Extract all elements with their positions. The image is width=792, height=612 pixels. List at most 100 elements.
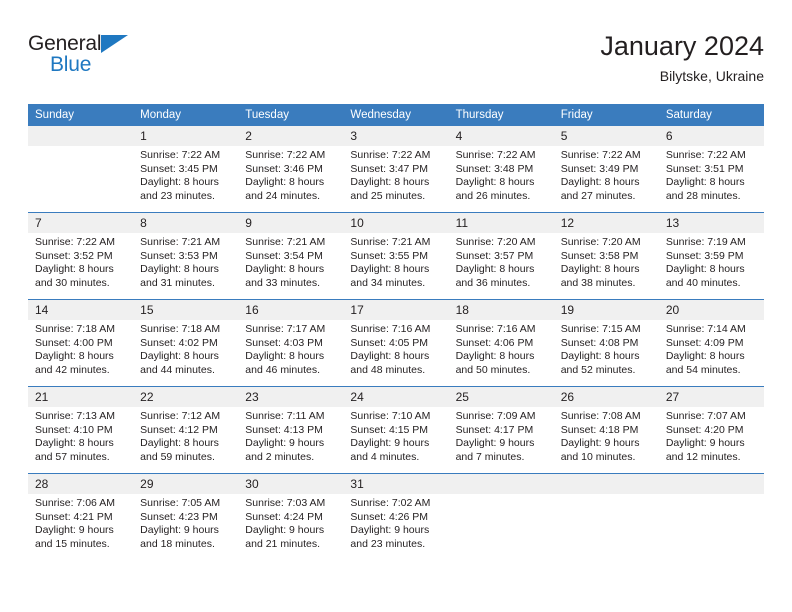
day-number-13[interactable]: 13 (658, 213, 764, 233)
day-detail-line: Sunset: 3:49 PM (560, 162, 639, 175)
day-detail-line: Daylight: 9 hours (560, 437, 640, 450)
day-detail-line: Sunrise: 7:16 AM (350, 323, 431, 335)
day-number-25[interactable]: 25 (448, 387, 554, 407)
day-number-28[interactable]: 28 (28, 474, 134, 494)
day-number-11[interactable]: 11 (448, 213, 554, 233)
day-number-20[interactable]: 20 (658, 300, 764, 320)
day-detail-10: Sunrise: 7:21 AM Sunset: 3:55 PM Daylight:… (343, 233, 449, 299)
day-number-row: 123456 (28, 126, 764, 146)
weekday-header-monday: Monday (133, 104, 239, 126)
day-detail-line: and 27 minutes. (560, 189, 636, 202)
day-detail-line: and 30 minutes. (35, 276, 110, 289)
day-detail-line: and 57 minutes. (35, 450, 110, 463)
day-number-21[interactable]: 21 (28, 387, 134, 407)
day-detail-line: Sunrise: 7:20 AM (455, 236, 536, 248)
day-number-26[interactable]: 26 (553, 387, 659, 407)
day-detail-line: Sunrise: 7:18 AM (140, 323, 221, 335)
day-detail-line: Sunset: 4:02 PM (140, 336, 218, 349)
day-detail-line: and 48 minutes. (350, 363, 426, 376)
day-number-empty (658, 474, 764, 494)
calendar-header-row: Sunday Monday Tuesday Wednesday Thursday Frid… (28, 104, 764, 126)
weekday-header-saturday: Saturday (658, 104, 764, 126)
day-detail-8: Sunrise: 7:21 AM Sunset: 3:53 PM Daylight:… (133, 233, 239, 299)
day-detail-line: and 26 minutes. (455, 189, 531, 202)
day-detail-24: Sunrise: 7:10 AM Sunset: 4:15 PM Daylight:… (343, 407, 449, 473)
day-number-22[interactable]: 22 (133, 387, 239, 407)
day-detail-line: Daylight: 9 hours (245, 437, 325, 450)
day-detail-line: Sunrise: 7:05 AM (140, 497, 221, 509)
day-detail-line: Sunrise: 7:22 AM (665, 149, 746, 161)
day-number-empty (448, 474, 554, 494)
day-detail-line: and 21 minutes. (245, 537, 320, 550)
day-detail-line: Sunrise: 7:22 AM (350, 149, 431, 161)
day-number-14[interactable]: 14 (28, 300, 134, 320)
day-detail-line: Sunset: 4:18 PM (560, 423, 639, 436)
day-detail-line: Daylight: 8 hours (455, 350, 535, 363)
day-detail-2: Sunrise: 7:22 AM Sunset: 3:46 PM Daylight:… (238, 146, 344, 212)
day-detail-line: and 10 minutes. (560, 450, 636, 463)
day-number-27[interactable]: 27 (658, 387, 764, 407)
day-number-5[interactable]: 5 (553, 126, 659, 146)
day-detail-line: Sunset: 4:24 PM (245, 510, 323, 523)
day-detail-line: Daylight: 8 hours (245, 350, 325, 363)
day-number-8[interactable]: 8 (133, 213, 239, 233)
day-detail-26: Sunrise: 7:08 AM Sunset: 4:18 PM Daylight:… (553, 407, 659, 473)
day-detail-line: and 52 minutes. (560, 363, 636, 376)
day-detail-line: Daylight: 8 hours (245, 176, 325, 189)
day-detail-27: Sunrise: 7:07 AM Sunset: 4:20 PM Daylight:… (658, 407, 764, 473)
day-detail-17: Sunrise: 7:16 AM Sunset: 4:05 PM Daylight:… (343, 320, 449, 386)
day-number-2[interactable]: 2 (238, 126, 344, 146)
day-detail-line: Daylight: 8 hours (245, 263, 325, 276)
day-detail-row: Sunrise: 7:06 AM Sunset: 4:21 PM Daylight:… (28, 494, 764, 560)
calendar-body: 123456 Sunrise: 7:22 AM Sunset: 3:45 PM Da… (28, 126, 764, 560)
day-detail-6: Sunrise: 7:22 AM Sunset: 3:51 PM Daylight:… (658, 146, 764, 212)
day-detail-line: Sunset: 3:54 PM (245, 249, 323, 262)
day-number-12[interactable]: 12 (553, 213, 659, 233)
day-detail-line: Daylight: 8 hours (140, 176, 219, 189)
day-detail-line: Sunrise: 7:22 AM (560, 149, 641, 161)
day-detail-line: Sunset: 3:52 PM (35, 249, 113, 262)
day-detail-line: Daylight: 8 hours (455, 176, 535, 189)
day-detail-3: Sunrise: 7:22 AM Sunset: 3:47 PM Daylight:… (343, 146, 449, 212)
day-number-24[interactable]: 24 (343, 387, 449, 407)
weekday-header-tuesday: Tuesday (238, 104, 344, 126)
day-detail-line: Sunrise: 7:08 AM (560, 410, 641, 422)
day-number-9[interactable]: 9 (238, 213, 344, 233)
day-number-10[interactable]: 10 (343, 213, 449, 233)
day-detail-line: Sunset: 4:20 PM (665, 423, 744, 436)
day-detail-line: Sunset: 4:21 PM (35, 510, 113, 523)
day-number-19[interactable]: 19 (553, 300, 659, 320)
day-detail-line: Sunrise: 7:18 AM (35, 323, 115, 335)
day-number-23[interactable]: 23 (238, 387, 344, 407)
weekday-header-wednesday: Wednesday (343, 104, 449, 126)
day-detail-line: and 34 minutes. (350, 276, 426, 289)
day-detail-line: Sunset: 4:17 PM (455, 423, 534, 436)
day-detail-line: Sunrise: 7:17 AM (245, 323, 326, 335)
day-number-4[interactable]: 4 (448, 126, 554, 146)
day-number-16[interactable]: 16 (238, 300, 344, 320)
day-detail-line: Daylight: 8 hours (665, 176, 745, 189)
day-detail-empty (448, 494, 554, 560)
day-number-17[interactable]: 17 (343, 300, 449, 320)
day-number-15[interactable]: 15 (133, 300, 239, 320)
day-number-7[interactable]: 7 (28, 213, 134, 233)
day-detail-line: and 50 minutes. (455, 363, 531, 376)
day-detail-29: Sunrise: 7:05 AM Sunset: 4:23 PM Daylight:… (133, 494, 239, 560)
weekday-header-thursday: Thursday (448, 104, 554, 126)
day-detail-line: Daylight: 9 hours (245, 524, 325, 537)
day-number-6[interactable]: 6 (658, 126, 764, 146)
day-number-30[interactable]: 30 (238, 474, 344, 494)
day-detail-line: and 59 minutes. (140, 450, 215, 463)
day-detail-line: and 12 minutes. (665, 450, 741, 463)
day-number-3[interactable]: 3 (343, 126, 449, 146)
day-detail-line: Sunrise: 7:20 AM (560, 236, 641, 248)
day-number-31[interactable]: 31 (343, 474, 449, 494)
day-number-1[interactable]: 1 (133, 126, 239, 146)
day-number-18[interactable]: 18 (448, 300, 554, 320)
day-detail-line: Sunset: 3:58 PM (560, 249, 639, 262)
brand-logo[interactable]: General Blue (28, 30, 138, 84)
day-detail-21: Sunrise: 7:13 AM Sunset: 4:10 PM Daylight:… (28, 407, 134, 473)
day-detail-line: Sunset: 3:47 PM (350, 162, 429, 175)
day-number-29[interactable]: 29 (133, 474, 239, 494)
day-detail-19: Sunrise: 7:15 AM Sunset: 4:08 PM Daylight:… (553, 320, 659, 386)
